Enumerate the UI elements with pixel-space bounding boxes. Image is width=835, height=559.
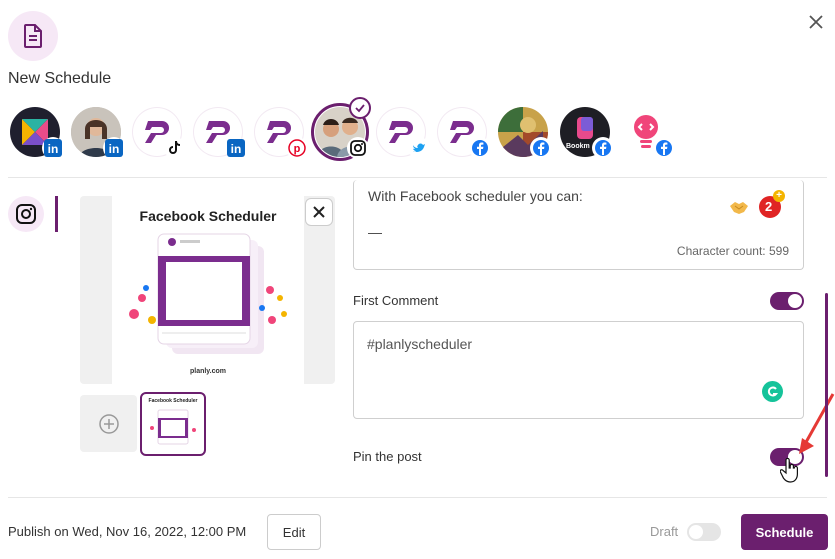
annotation-arrow-icon — [799, 393, 835, 454]
caption-editor[interactable]: With Facebook scheduler you can: — 2 + C… — [353, 180, 804, 270]
divider — [8, 177, 827, 178]
account-avatar[interactable]: in — [71, 107, 125, 159]
facebook-scheduler-illustration — [129, 233, 287, 354]
instagram-tab[interactable] — [8, 196, 44, 232]
svg-text:p: p — [294, 143, 301, 155]
close-dialog-button[interactable] — [804, 10, 828, 34]
close-icon — [809, 15, 823, 29]
media-preview-image: Facebook Scheduler planly.com — [112, 196, 304, 384]
thumbnail-illustration — [150, 409, 196, 445]
account-avatar[interactable]: in — [10, 107, 64, 159]
account-avatar[interactable] — [376, 107, 430, 159]
account-avatar[interactable] — [621, 107, 675, 159]
bookmark-label: Bookm — [566, 143, 590, 150]
twitter-icon — [408, 137, 430, 159]
schedule-button[interactable]: Schedule — [741, 514, 828, 550]
linkedin-icon: in — [103, 137, 125, 159]
pin-post-label: Pin the post — [353, 449, 422, 464]
account-avatar[interactable] — [498, 107, 552, 159]
facebook-icon — [592, 137, 614, 159]
close-icon — [313, 206, 325, 218]
preview-footer: planly.com — [189, 368, 227, 375]
account-avatar[interactable] — [437, 107, 491, 159]
instagram-icon — [347, 137, 369, 159]
dialog-title: New Schedule — [8, 70, 112, 87]
draft-label: Draft — [650, 524, 679, 539]
linkedin-icon: in — [42, 137, 64, 159]
svg-text:in: in — [109, 142, 120, 156]
first-comment-label: First Comment — [353, 293, 439, 308]
document-icon-badge — [8, 11, 58, 61]
notification-badge-icon[interactable]: 2 + — [759, 190, 785, 218]
divider — [8, 497, 827, 498]
caption-dash: — — [368, 224, 382, 240]
account-avatar[interactable]: p — [254, 107, 308, 159]
account-avatar[interactable]: Bookm — [560, 107, 614, 159]
first-comment-input[interactable]: #planlyscheduler — [353, 321, 804, 419]
grammarly-icon[interactable] — [762, 381, 783, 402]
facebook-icon — [530, 137, 552, 159]
publish-date: Publish on Wed, Nov 16, 2022, 12:00 PM — [8, 524, 247, 539]
draft-toggle[interactable] — [687, 523, 721, 541]
handshake-emoji-icon[interactable] — [728, 196, 750, 218]
facebook-icon — [653, 137, 675, 159]
remove-media-button[interactable] — [305, 198, 333, 226]
account-avatar[interactable]: in — [193, 107, 247, 159]
account-avatar-selected[interactable] — [311, 97, 371, 161]
linkedin-icon: in — [225, 137, 247, 159]
scrollbar[interactable] — [825, 293, 828, 477]
svg-text:in: in — [48, 142, 59, 156]
selected-check-icon — [349, 97, 371, 119]
document-icon — [24, 24, 42, 48]
active-network-indicator — [55, 196, 58, 232]
edit-date-button[interactable]: Edit — [267, 514, 321, 550]
hand-cursor-icon — [780, 458, 798, 483]
caption-text[interactable]: With Facebook scheduler you can: — [368, 188, 583, 204]
add-media-button[interactable] — [80, 395, 137, 452]
first-comment-toggle[interactable] — [770, 292, 804, 310]
preview-title: Facebook Scheduler — [139, 208, 277, 224]
character-count: Character count: 599 — [676, 244, 789, 258]
pinterest-icon: p — [286, 137, 308, 159]
media-thumbnail[interactable]: Facebook Scheduler — [140, 392, 206, 456]
first-comment-text[interactable]: #planlyscheduler — [367, 336, 472, 352]
plus-circle-icon — [98, 413, 119, 434]
tiktok-icon — [164, 137, 186, 159]
account-avatar[interactable] — [132, 107, 186, 159]
instagram-icon — [16, 204, 36, 224]
svg-text:in: in — [231, 142, 242, 156]
facebook-icon — [469, 137, 491, 159]
thumbnail-title: Facebook Scheduler — [148, 398, 198, 404]
